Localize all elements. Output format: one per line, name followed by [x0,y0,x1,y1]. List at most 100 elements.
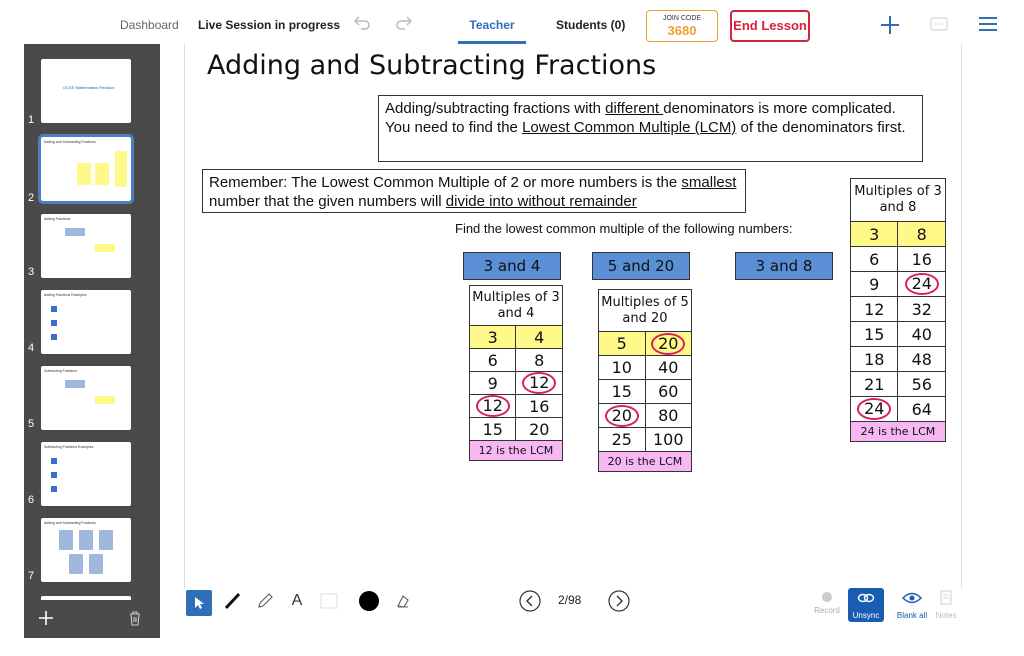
slide-thumbnail-1[interactable]: GCSE Mathematics Revision [41,59,131,123]
table-cell: 16 [897,246,946,272]
thumb-title: Adding and Subtracting Fractions [44,521,96,525]
notes-icon [940,590,952,605]
pointer-tool[interactable] [186,590,212,616]
slide-number: 4 [28,342,35,354]
lcm-circle: 24 [857,398,892,420]
menu-icon[interactable] [978,16,998,37]
join-code-value: 3680 [667,23,697,38]
unsync-label: Unsync [852,611,880,620]
table-cell: 10 [598,355,646,380]
slide-thumbnail-5[interactable]: Subtracting Fractions [41,366,131,430]
color-picker[interactable] [356,588,382,614]
link-icon [857,593,875,603]
table-cell: 80 [644,403,692,428]
redo-icon[interactable] [394,12,414,32]
tab-teacher[interactable]: Teacher [458,0,526,44]
table-cell: 40 [644,355,692,380]
blank-all-button[interactable]: Blank all [892,588,932,622]
dashboard-link[interactable]: Dashboard [120,0,179,44]
intro-text: Adding/subtracting fractions with [385,100,606,117]
session-status: Live Session in progress [198,18,341,32]
slide-number: 3 [28,266,35,278]
page-indicator: 2/98 [558,593,582,607]
shape-tool[interactable] [316,588,342,614]
lcm-circle: 12 [475,395,510,417]
text-tool[interactable]: A [284,588,310,614]
lcm-circle: 12 [522,372,557,394]
notes-button[interactable]: Notes [932,588,960,622]
table-cell: 15 [849,321,899,347]
slide-thumbnail-6[interactable]: Subtracting Fractions Examples [41,442,131,506]
tab-students[interactable]: Students (0) [556,0,625,44]
slide-number: 1 [28,114,35,126]
lcm-result: 12 is the LCM [469,440,563,461]
pen-tool[interactable] [220,588,246,614]
thumb-title: Adding Fractions Examples [44,293,87,297]
remember-text-box: Remember: The Lowest Common Multiple of … [202,169,746,213]
lcm-circle: 20 [651,332,686,355]
thumb-title: Adding Fractions [44,217,71,221]
pencil-tool[interactable] [252,588,278,614]
table-cell: 60 [644,379,692,404]
lcm-circle: 20 [604,404,639,427]
table-cell: 18 [849,346,899,372]
table-cell: 40 [897,321,946,347]
table-cell: 3 [468,325,517,349]
table-cell: 56 [897,371,946,397]
intro-underline-lcm: Lowest Common Multiple (LCM) [522,119,737,136]
add-icon[interactable] [880,15,900,40]
slide-thumbnail-8-partial[interactable] [41,596,131,600]
record-button[interactable]: Record [812,588,842,622]
slide-thumbnail-4[interactable]: Adding Fractions Examples [41,290,131,354]
button-5-and-20[interactable]: 5 and 20 [592,252,690,280]
table-cell: 6 [468,348,517,372]
add-slide-icon[interactable] [38,610,54,631]
table-header: Multiples of 3 and 4 [469,285,563,326]
table-cell: 5 [598,331,646,356]
thumb-title: Subtracting Fractions Examples [44,445,94,449]
table-cell: 24 [897,271,946,297]
table-header: Multiples of 5 and 20 [598,289,692,332]
multiples-table-5-and-20: Multiples of 5 and 20 5 20 10 40 15 60 20 80… [598,289,692,472]
notes-label: Notes [935,611,957,620]
button-3-and-4[interactable]: 3 and 4 [463,252,561,280]
table-cell: 9 [849,271,899,297]
slide-thumbnail-3[interactable]: Adding Fractions [41,214,131,278]
remember-text: number that the given numbers will [209,193,446,210]
table-cell: 12 [468,394,517,418]
eraser-tool[interactable] [390,588,416,614]
prev-slide-button[interactable] [517,588,543,614]
end-lesson-button[interactable]: End Lesson [730,10,810,42]
undo-icon[interactable] [352,12,372,32]
multiples-table-3-and-8: Multiples of 3 and 8 38 6 16 9 24 12 32 15 4… [849,178,946,442]
intro-text-box: Adding/subtracting fractions with differ… [378,95,923,162]
slide-canvas[interactable]: Adding and Subtracting Fractions Adding/… [184,44,962,588]
drawing-toolbar: A 2/98 Record Unsync Blank all Notes [184,588,962,624]
record-label: Record [814,606,840,615]
chat-icon[interactable] [930,17,948,36]
thumb-title: Adding and Subtracting Fractions [44,140,96,144]
lcm-circle: 24 [904,273,939,295]
table-cell: 6 [849,246,899,272]
eraser-icon [397,595,409,608]
eye-icon [901,592,923,604]
chevron-right-icon [608,590,630,612]
remember-underline-divide: divide into without remainder [445,193,637,210]
trash-icon[interactable] [128,610,142,631]
slide-thumbnail-2[interactable]: Adding and Subtracting Fractions [38,134,134,204]
slide-number: 5 [28,418,35,430]
next-slide-button[interactable] [606,588,632,614]
intro-underline-different: different [605,100,664,117]
pencil-icon [258,593,273,608]
table-cell: 8 [897,221,946,247]
table-cell: 8 [515,348,563,372]
table-cell: 16 [515,394,563,418]
slide-title: Adding and Subtracting Fractions [207,50,657,81]
button-3-and-8[interactable]: 3 and 8 [735,252,833,280]
slide-thumbnail-7[interactable]: Adding and Subtracting Fractions [41,518,131,582]
table-cell: 12 [849,296,899,322]
table-cell: 25 [598,427,646,452]
unsync-button[interactable]: Unsync [848,588,884,622]
join-code-box: JOIN CODE 3680 [646,10,718,42]
slide-number: 6 [28,494,35,506]
